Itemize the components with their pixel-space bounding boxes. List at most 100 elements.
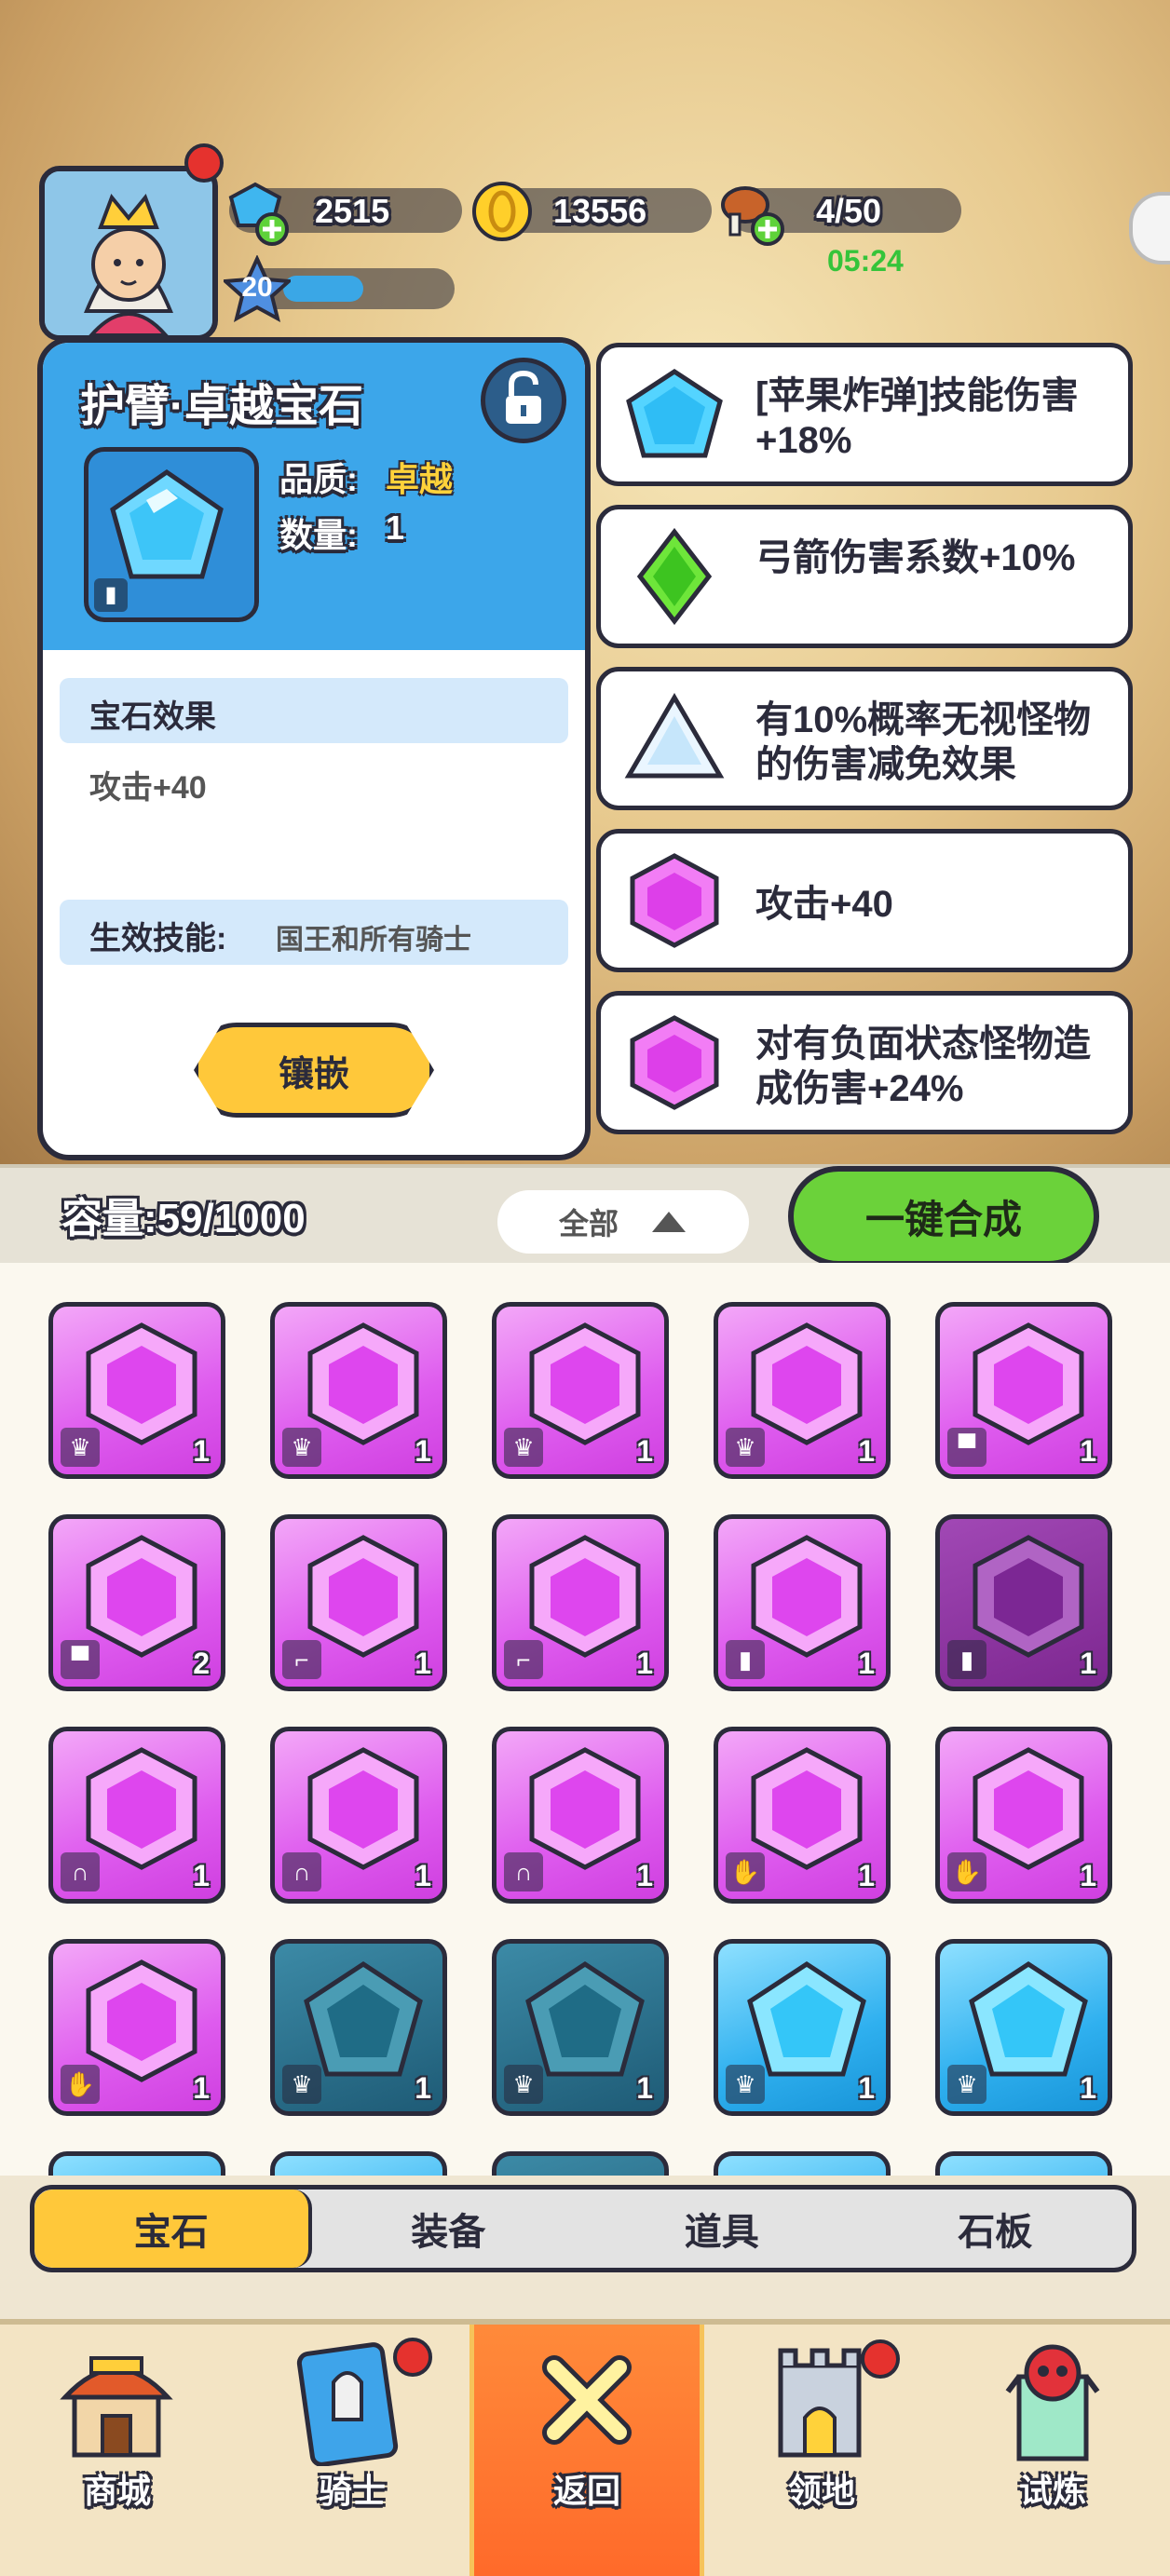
gem-cell[interactable]: ♛ 1 (935, 1939, 1112, 2116)
triangle-up-icon (652, 1212, 686, 1232)
white-triangle-gem-icon (624, 693, 725, 779)
count-value: 1 (386, 508, 405, 547)
skull-tower-icon (1005, 2344, 1100, 2461)
pink-hexagon-gem-icon (630, 1015, 719, 1110)
lock-button[interactable] (481, 358, 566, 443)
gem-cell[interactable]: ♛ 1 (714, 1302, 891, 1479)
player-level: 20 (241, 272, 273, 303)
gem-quantity: 1 (858, 2071, 875, 2105)
gem-quantity: 1 (193, 1434, 210, 1468)
glove-type-icon: ✋ (947, 1852, 986, 1891)
crown-type-icon: ♛ (61, 1428, 100, 1467)
gem-quantity: 1 (415, 1434, 431, 1468)
gem-cell[interactable]: ♛ 1 (714, 1939, 891, 2116)
gem-cell[interactable]: ▮ 1 (714, 1514, 891, 1691)
shirt-type-icon: ▀ (947, 1428, 986, 1467)
glove-type-icon: ✋ (61, 2065, 100, 2104)
filter-value: 全部 (558, 1207, 619, 1241)
gem-cell[interactable]: ♛ 1 (492, 1302, 669, 1479)
tab-equipment[interactable]: 装备 (312, 2190, 586, 2268)
gem-quantity: 1 (415, 2071, 431, 2105)
inlay-button[interactable]: 镶嵌 (194, 1023, 434, 1118)
tab-items[interactable]: 道具 (585, 2190, 859, 2268)
nav-knights[interactable]: 骑士 (235, 2325, 469, 2576)
gem-cell[interactable]: ✋ 1 (48, 1939, 225, 2116)
gem-quantity: 1 (1080, 2071, 1096, 2105)
gem-cell[interactable]: ♛ 1 (270, 1939, 447, 2116)
notification-dot (861, 2339, 900, 2379)
gem-quantity: 1 (636, 2071, 653, 2105)
meat-plus-icon[interactable] (712, 173, 790, 251)
effect-item[interactable]: 对有负面状态怪物造成伤害+24% (596, 991, 1133, 1134)
gem-cell-partial[interactable] (492, 2151, 669, 2176)
effect-item[interactable]: 有10%概率无视怪物的伤害减免效果 (596, 667, 1133, 810)
gem-effect-value: 攻击+40 (89, 770, 207, 806)
gem-cell[interactable]: ♛ 1 (270, 1302, 447, 1479)
food-timer: 05:24 (827, 244, 904, 278)
gem-cell[interactable]: ▀ 1 (935, 1302, 1112, 1479)
glove-type-icon: ✋ (726, 1852, 765, 1891)
tab-gems[interactable]: 宝石 (34, 2190, 312, 2268)
blue-pentagon-gem-icon (626, 369, 723, 458)
nav-back[interactable]: 返回 (469, 2325, 704, 2576)
gem-cell[interactable]: ∩ 1 (48, 1727, 225, 1904)
boot-type-icon: ⌐ (282, 1640, 321, 1679)
gem-quantity: 1 (858, 1647, 875, 1680)
capacity-text: 容量:59/1000 (61, 1196, 306, 1241)
shop-icon (60, 2356, 173, 2458)
gem-quantity: 1 (1080, 1647, 1096, 1680)
gold-count: 13556 (553, 192, 647, 230)
king-portrait-icon (45, 171, 212, 335)
gem-quantity: 1 (415, 1859, 431, 1892)
gem-cell[interactable]: ♛ 1 (48, 1302, 225, 1479)
gem-cell-partial[interactable] (935, 2151, 1112, 2176)
armguard-type-icon: ▮ (726, 1640, 765, 1679)
gem-cell[interactable]: ⌐ 1 (270, 1514, 447, 1691)
filter-dropdown[interactable]: 全部 (497, 1190, 749, 1254)
crown-type-icon: ♛ (504, 1428, 543, 1467)
boot-type-icon: ⌐ (504, 1640, 543, 1679)
category-tabs: 宝石 装备 道具 石板 (30, 2185, 1136, 2272)
gem-quantity: 1 (636, 1859, 653, 1892)
gem-cell[interactable]: ♛ 1 (492, 1939, 669, 2116)
effect-item[interactable]: [苹果炸弹]技能伤害+18% (596, 343, 1133, 486)
nav-shop[interactable]: 商城 (0, 2325, 235, 2576)
crown-type-icon: ♛ (282, 2065, 321, 2104)
gem-cell[interactable]: ∩ 1 (492, 1727, 669, 1904)
gem-quantity: 1 (415, 1647, 431, 1680)
armguard-type-icon: ▮ (947, 1640, 986, 1679)
gem-cell[interactable]: ▮ 1 (935, 1514, 1112, 1691)
crown-type-icon: ♛ (504, 2065, 543, 2104)
gem-quantity: 1 (193, 1859, 210, 1892)
gem-cell-partial[interactable] (270, 2151, 447, 2176)
effect-item[interactable]: 攻击+40 (596, 829, 1133, 972)
player-avatar[interactable] (39, 166, 218, 341)
pink-hexagon-gem-icon (630, 853, 719, 948)
gem-cell[interactable]: ⌐ 1 (492, 1514, 669, 1691)
gem-cell-partial[interactable] (48, 2151, 225, 2176)
tab-slates[interactable]: 石板 (859, 2190, 1133, 2268)
bottom-nav: 商城 骑士 返回 领地 试炼 (0, 2319, 1170, 2576)
gem-count: 2515 (315, 192, 390, 230)
nav-trial[interactable]: 试炼 (935, 2325, 1170, 2576)
pants-type-icon: ∩ (504, 1852, 543, 1891)
effect-item[interactable]: 弓箭伤害系数+10% (596, 505, 1133, 648)
gem-cell[interactable]: ▀ 2 (48, 1514, 225, 1691)
gem-cell[interactable]: ∩ 1 (270, 1727, 447, 1904)
green-diamond-gem-icon (636, 528, 713, 625)
skill-label: 生效技能: (89, 921, 227, 956)
one-click-merge-button[interactable]: 一键合成 (788, 1166, 1099, 1267)
nav-territory[interactable]: 领地 (704, 2325, 939, 2576)
gem-quantity: 1 (858, 1859, 875, 1892)
crown-type-icon: ♛ (282, 1428, 321, 1467)
gem-quantity: 1 (636, 1434, 653, 1468)
gem-cell-partial[interactable] (714, 2151, 891, 2176)
pants-type-icon: ∩ (282, 1852, 321, 1891)
gem-cell[interactable]: ✋ 1 (714, 1727, 891, 1904)
gem-cell[interactable]: ✋ 1 (935, 1727, 1112, 1904)
gem-quantity: 1 (1080, 1859, 1096, 1892)
count-label: 数量: (279, 516, 358, 554)
blue-gem-plus-icon[interactable] (218, 175, 292, 250)
selected-gem-slot: ▮ (84, 447, 259, 622)
crown-type-icon: ♛ (947, 2065, 986, 2104)
